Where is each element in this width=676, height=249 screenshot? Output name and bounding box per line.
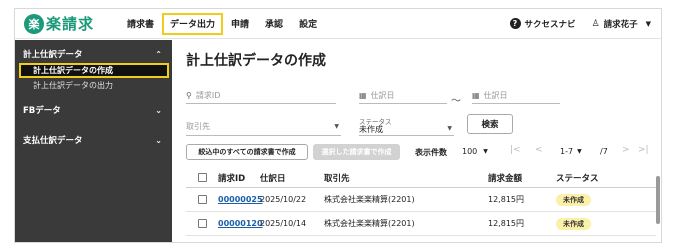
row-status-cell: 未作成 — [540, 217, 600, 230]
calendar-icon: ▦ — [472, 91, 480, 100]
invoice-id-link[interactable]: 00000120 — [218, 219, 263, 228]
logo-mark: 楽 — [24, 13, 44, 34]
table-header-row: 請求ID 仕訳日 取引先 請求金額 ステータス — [186, 168, 656, 188]
search-button[interactable]: 検索 — [467, 114, 513, 134]
user-menu[interactable]: ♙ 請求花子 ▼ — [592, 18, 651, 30]
create-selected-button[interactable]: 選択した請求書で作成 — [313, 144, 400, 160]
chevron-down-icon: ▼ — [577, 148, 582, 155]
page-range-value: 1-7 — [560, 147, 574, 156]
sidebar-item-create-journal[interactable]: 計上仕訳データの作成 — [19, 63, 169, 78]
header-amount[interactable]: 請求金額 — [464, 172, 540, 184]
chevron-down-icon: ▼ — [483, 148, 488, 155]
nav-item-invoices[interactable]: 請求書 — [119, 9, 162, 38]
date-separator: 〜 — [451, 96, 461, 107]
row-checkbox[interactable] — [198, 219, 207, 228]
page-size-label: 表示件数 — [415, 148, 447, 157]
header-status[interactable]: ステータス — [540, 172, 600, 184]
row-select-cell — [186, 219, 208, 228]
user-name: 請求花子 — [603, 19, 638, 30]
user-icon: ♙ — [591, 18, 600, 29]
search-id-input[interactable]: ⚲ 請求ID — [186, 88, 336, 104]
nav-item-settings[interactable]: 設定 — [291, 9, 325, 38]
page-total: /7 — [600, 147, 608, 156]
main-content: 計上仕訳データの作成 ⚲ 請求ID ▦ 仕訳日 〜 ▦ 仕訳日 取引先 ▼ ステ… — [172, 40, 661, 242]
select-all-cell — [186, 173, 208, 182]
row-client: 株式会社楽楽精算(2201) — [324, 195, 415, 204]
nav-item-requests[interactable]: 申請 — [223, 9, 257, 38]
search-id-placeholder: 請求ID — [195, 91, 221, 100]
chevron-down-icon: ▼ — [447, 125, 452, 132]
header-client[interactable]: 取引先 — [324, 172, 464, 184]
chevron-down-icon: ▼ — [645, 19, 651, 28]
invoice-table: 請求ID 仕訳日 取引先 請求金額 ステータス 00000025 2025/10… — [186, 168, 656, 236]
header-right: ? サクセスナビ ♙ 請求花子 ▼ — [509, 18, 651, 30]
status-value: 未作成 — [359, 125, 383, 134]
sidebar-section-label: 支払仕訳データ — [23, 136, 83, 146]
header-invoice-id[interactable]: 請求ID — [208, 172, 260, 184]
row-select-cell — [186, 195, 208, 204]
client-placeholder: 取引先 — [186, 122, 210, 131]
status-select[interactable]: ステータス 未作成 ▼ — [359, 116, 454, 136]
chevron-down-icon: ⌄ — [155, 135, 162, 145]
app-window: 楽 楽請求 請求書 データ出力 申請 承認 設定 ? サクセスナビ ♙ 請求花子… — [14, 8, 662, 243]
sidebar: 計上仕訳データ ⌃ 計上仕訳データの作成 計上仕訳データの出力 FBデータ ⌄ … — [15, 40, 172, 242]
client-select[interactable]: 取引先 ▼ — [186, 118, 341, 136]
row-id-cell: 00000025 — [208, 195, 263, 204]
row-id-cell: 00000120 — [208, 219, 263, 228]
page-title: 計上仕訳データの作成 — [186, 53, 326, 69]
prev-page-icon[interactable]: < — [535, 145, 543, 155]
row-date: 2025/10/14 — [260, 219, 307, 228]
first-page-icon[interactable]: |< — [510, 145, 521, 155]
search-icon: ⚲ — [186, 91, 192, 100]
create-all-button[interactable]: 絞込中のすべての請求書で作成 — [186, 144, 308, 160]
last-page-icon[interactable]: >| — [638, 145, 649, 155]
status-badge: 未作成 — [556, 217, 591, 230]
nav-item-data-export[interactable]: データ出力 — [162, 12, 224, 35]
row-client: 株式会社楽楽精算(2201) — [324, 219, 415, 228]
table-row[interactable]: 00000120 2025/10/14 株式会社楽楽精算(2201) 12,81… — [186, 212, 656, 236]
invoice-id-link[interactable]: 00000025 — [218, 195, 263, 204]
page-size-select[interactable]: 100 ▼ — [462, 147, 488, 156]
chevron-down-icon: ▼ — [334, 123, 339, 130]
sidebar-section-fb[interactable]: FBデータ ⌄ — [15, 101, 172, 119]
calendar-icon: ▦ — [359, 91, 367, 100]
status-badge: 未作成 — [556, 193, 591, 206]
row-status-cell: 未作成 — [540, 193, 600, 206]
date-to-placeholder: 仕訳日 — [483, 91, 508, 100]
success-navi-label: サクセスナビ — [524, 19, 576, 30]
select-all-checkbox[interactable] — [198, 173, 207, 182]
sidebar-section-label: 計上仕訳データ — [23, 50, 83, 60]
page-size-value: 100 — [462, 147, 478, 156]
date-from-input[interactable]: ▦ 仕訳日 — [359, 88, 447, 104]
chevron-up-icon: ⌃ — [155, 49, 162, 59]
sidebar-section-payment[interactable]: 支払仕訳データ ⌄ — [15, 131, 172, 149]
table-row[interactable]: 00000025 2025/10/22 株式会社楽楽精算(2201) 12,81… — [186, 188, 656, 212]
logo-text: 楽請求 — [46, 15, 95, 33]
help-icon: ? — [509, 18, 521, 29]
table-scrollbar[interactable] — [656, 176, 660, 224]
main-nav: 請求書 データ出力 申請 承認 設定 — [119, 9, 325, 38]
success-navi-link[interactable]: ? サクセスナビ — [509, 18, 576, 30]
sidebar-section-label: FBデータ — [23, 106, 61, 116]
sidebar-section-journal[interactable]: 計上仕訳データ ⌃ — [15, 45, 172, 63]
date-from-placeholder: 仕訳日 — [370, 91, 395, 100]
sidebar-item-export-journal[interactable]: 計上仕訳データの出力 — [15, 78, 172, 93]
row-checkbox[interactable] — [198, 195, 207, 204]
row-amount: 12,815円 — [488, 219, 524, 228]
row-date: 2025/10/22 — [260, 195, 307, 204]
header-journal-date[interactable]: 仕訳日 — [260, 172, 324, 184]
chevron-down-icon: ⌄ — [155, 105, 162, 115]
next-page-icon[interactable]: > — [622, 145, 630, 155]
row-amount: 12,815円 — [488, 195, 524, 204]
top-header: 楽 楽請求 請求書 データ出力 申請 承認 設定 ? サクセスナビ ♙ 請求花子… — [15, 9, 661, 39]
nav-item-approvals[interactable]: 承認 — [257, 9, 291, 38]
page-range-select[interactable]: 1-7 ▼ — [560, 147, 582, 156]
date-to-input[interactable]: ▦ 仕訳日 — [472, 88, 560, 104]
app-logo[interactable]: 楽 楽請求 — [24, 13, 119, 34]
